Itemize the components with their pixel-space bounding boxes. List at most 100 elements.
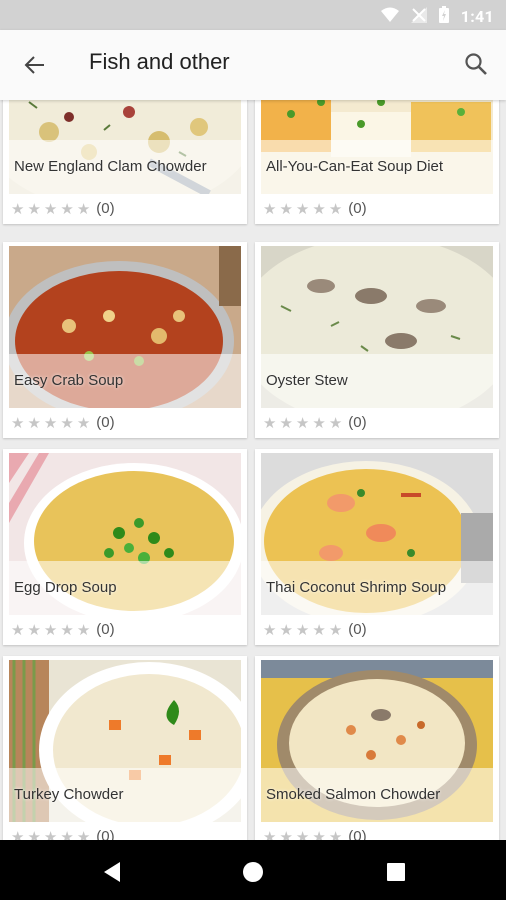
star-icon: ★	[263, 828, 277, 840]
star-icon: ★	[76, 621, 91, 639]
star-icon: ★	[43, 414, 58, 432]
rating-count: (0)	[348, 414, 367, 431]
rating-row: ★ ★ ★ ★ ★ (0)	[263, 621, 367, 639]
recipe-title: Thai Coconut Shrimp Soup	[266, 579, 447, 596]
square-recents-icon	[387, 863, 405, 881]
star-icon: ★	[60, 414, 74, 432]
rating-row: ★ ★ ★ ★ ★ (0)	[263, 414, 367, 432]
star-icon: ★	[60, 621, 74, 639]
star-icon: ★	[11, 621, 25, 639]
recipe-photo: Thai Coconut Shrimp Soup	[261, 453, 493, 615]
recipe-title: Oyster Stew	[266, 372, 348, 389]
rating-row: ★ ★ ★ ★ ★ (0)	[263, 828, 367, 840]
star-icon: ★	[279, 828, 293, 840]
rating-row: ★ ★ ★ ★ ★ (0)	[263, 200, 367, 218]
star-icon: ★	[43, 828, 58, 840]
star-icon: ★	[312, 621, 326, 639]
nav-recents-button[interactable]	[382, 858, 410, 886]
circle-home-icon	[243, 862, 263, 882]
rating-row: ★ ★ ★ ★ ★ (0)	[11, 414, 115, 432]
recipe-photo: Egg Drop Soup	[9, 453, 241, 615]
recipe-card[interactable]: Thai Coconut Shrimp Soup ★ ★ ★ ★ ★ (0)	[255, 449, 499, 645]
signal-icon	[410, 6, 427, 27]
recipe-card[interactable]: Turkey Chowder ★ ★ ★ ★ ★ (0)	[3, 656, 247, 840]
search-button[interactable]	[460, 48, 492, 80]
star-icon: ★	[60, 200, 74, 218]
recipe-title: All-You-Can-Eat Soup Diet	[266, 158, 444, 175]
recipe-title: Easy Crab Soup	[14, 372, 124, 389]
app-bar: Fish and other	[0, 30, 506, 100]
recipe-photo: Turkey Chowder	[9, 660, 241, 822]
arrow-back-icon	[24, 56, 44, 74]
star-icon: ★	[27, 414, 41, 432]
star-icon: ★	[263, 414, 277, 432]
star-icon: ★	[295, 200, 310, 218]
nav-home-button[interactable]	[239, 858, 267, 886]
star-icon: ★	[76, 200, 91, 218]
star-icon: ★	[312, 828, 326, 840]
star-icon: ★	[43, 621, 58, 639]
back-button[interactable]	[20, 50, 50, 80]
star-icon: ★	[328, 828, 343, 840]
star-icon: ★	[279, 621, 293, 639]
recipe-title: Turkey Chowder	[14, 786, 124, 803]
star-icon: ★	[295, 828, 310, 840]
wifi-icon	[380, 7, 399, 27]
star-icon: ★	[43, 200, 58, 218]
star-icon: ★	[27, 621, 41, 639]
star-icon: ★	[328, 200, 343, 218]
star-icon: ★	[263, 621, 277, 639]
recipe-list[interactable]: New England Clam Chowder ★ ★ ★ ★ ★ (0) A…	[0, 100, 506, 840]
system-nav-bar	[0, 840, 506, 900]
status-bar: 1:41	[0, 0, 506, 30]
recipe-card[interactable]: Easy Crab Soup ★ ★ ★ ★ ★ (0)	[3, 242, 247, 438]
battery-icon	[438, 6, 449, 27]
rating-row: ★ ★ ★ ★ ★ (0)	[11, 621, 115, 639]
star-icon: ★	[76, 828, 91, 840]
star-icon: ★	[295, 621, 310, 639]
recipe-photo: Oyster Stew	[261, 246, 493, 408]
recipe-card[interactable]: New England Clam Chowder ★ ★ ★ ★ ★ (0)	[3, 100, 247, 224]
rating-count: (0)	[348, 621, 367, 638]
star-icon: ★	[312, 414, 326, 432]
recipe-photo: Smoked Salmon Chowder	[261, 660, 493, 822]
rating-count: (0)	[96, 200, 115, 217]
recipe-card[interactable]: All-You-Can-Eat Soup Diet ★ ★ ★ ★ ★ (0)	[255, 100, 499, 224]
star-icon: ★	[76, 414, 91, 432]
recipe-title: New England Clam Chowder	[14, 158, 207, 175]
rating-count: (0)	[96, 621, 115, 638]
recipe-card[interactable]: Oyster Stew ★ ★ ★ ★ ★ (0)	[255, 242, 499, 438]
status-time: 1:41	[460, 7, 494, 26]
recipe-card[interactable]: Egg Drop Soup ★ ★ ★ ★ ★ (0)	[3, 449, 247, 645]
rating-count: (0)	[96, 414, 115, 431]
rating-count: (0)	[348, 200, 367, 217]
star-icon: ★	[328, 414, 343, 432]
star-icon: ★	[328, 621, 343, 639]
star-icon: ★	[27, 828, 41, 840]
recipe-photo: Easy Crab Soup	[9, 246, 241, 408]
star-icon: ★	[263, 200, 277, 218]
star-icon: ★	[279, 414, 293, 432]
star-icon: ★	[27, 200, 41, 218]
star-icon: ★	[11, 828, 25, 840]
rating-count: (0)	[348, 828, 367, 840]
triangle-back-icon	[104, 862, 120, 882]
star-icon: ★	[60, 828, 74, 840]
recipe-photo: All-You-Can-Eat Soup Diet	[261, 100, 493, 194]
rating-row: ★ ★ ★ ★ ★ (0)	[11, 828, 115, 840]
star-icon: ★	[279, 200, 293, 218]
recipe-title: Smoked Salmon Chowder	[266, 786, 441, 803]
recipe-photo: New England Clam Chowder	[9, 100, 241, 194]
rating-count: (0)	[96, 828, 115, 840]
star-icon: ★	[11, 414, 25, 432]
search-icon	[465, 53, 487, 75]
recipe-title: Egg Drop Soup	[14, 579, 117, 596]
nav-back-button[interactable]	[98, 858, 126, 886]
status-icons: 1:41	[380, 6, 494, 27]
rating-row: ★ ★ ★ ★ ★ (0)	[11, 200, 115, 218]
star-icon: ★	[295, 414, 310, 432]
star-icon: ★	[312, 200, 326, 218]
star-icon: ★	[11, 200, 25, 218]
page-title: Fish and other	[89, 49, 230, 74]
recipe-card[interactable]: Smoked Salmon Chowder ★ ★ ★ ★ ★ (0)	[255, 656, 499, 840]
